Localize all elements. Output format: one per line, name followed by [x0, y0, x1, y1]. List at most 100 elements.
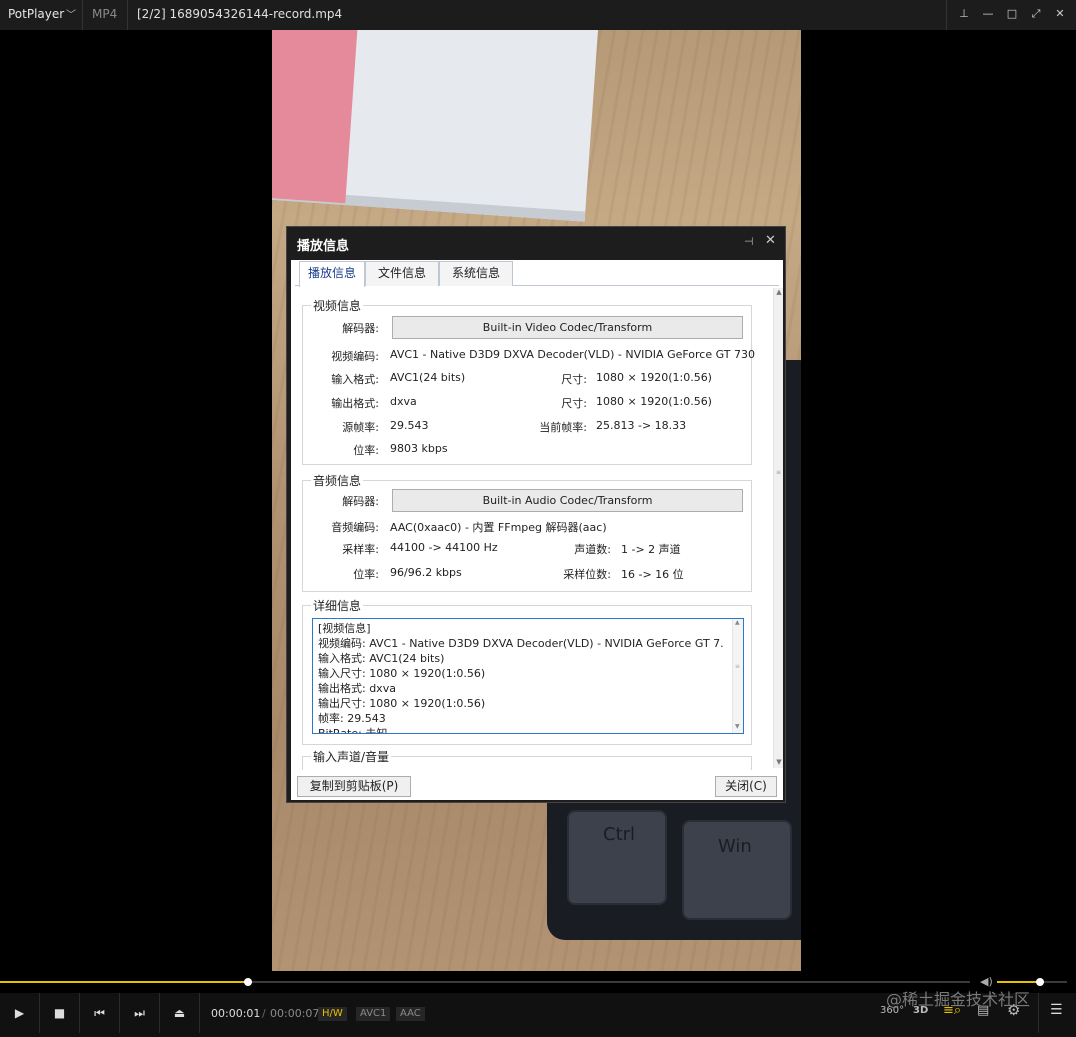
- fullscreen-icon[interactable]: ⤢: [1028, 6, 1044, 22]
- current-time: 00:00:01: [211, 1007, 261, 1020]
- input-volume-group: 输入声道/音量: [302, 748, 752, 770]
- video-decoder-button[interactable]: Built-in Video Codec/Transform: [392, 316, 743, 339]
- codec-value: AAC(0xaac0) - 内置 FFmpeg 解码器(aac): [390, 521, 607, 534]
- output-format-label: 输出格式:: [331, 397, 379, 410]
- divider: [946, 0, 947, 30]
- win-key-image: Win: [682, 820, 792, 920]
- chevron-down-icon[interactable]: ﹀: [66, 6, 76, 21]
- detail-line: 帧率: 29.543: [318, 712, 386, 725]
- detail-line: 输出尺寸: 1080 × 1920(1:0.56): [318, 697, 486, 710]
- pin-icon[interactable]: ⊣: [744, 235, 754, 248]
- scroll-up-icon[interactable]: ▲: [735, 619, 740, 626]
- group-label: 详细信息: [311, 597, 364, 614]
- seek-progress: [0, 981, 248, 983]
- pin-icon[interactable]: ⊥: [956, 6, 972, 22]
- divider: [127, 0, 128, 30]
- eject-icon[interactable]: ⏏: [160, 993, 200, 1033]
- output-size-label: 尺寸:: [561, 397, 587, 410]
- codec-label: 音频编码:: [331, 521, 379, 534]
- title-bar: PotPlayer ﹀ MP4 [2/2] 1689054326144-reco…: [0, 0, 1076, 30]
- maximize-icon[interactable]: □: [1004, 6, 1020, 22]
- detail-line: 视频编码: AVC1 - Native D3D9 DXVA Decoder(VL…: [318, 637, 724, 650]
- bitrate-value: 96/96.2 kbps: [390, 566, 462, 579]
- detail-line: 输出格式: dxva: [318, 682, 396, 695]
- format-label: MP4: [92, 7, 118, 21]
- scroll-grip[interactable]: ≡: [776, 470, 782, 476]
- playback-info-dialog: 播放信息 ⊣ ✕ 播放信息 文件信息 系统信息 ▲ ≡ ▼ 视频信息 解码器: …: [286, 226, 786, 803]
- time-separator: /: [262, 1007, 266, 1020]
- detail-info-group: 详细信息 [视频信息] 视频编码: AVC1 - Native D3D9 DXV…: [302, 597, 752, 745]
- dialog-title: 播放信息: [297, 239, 350, 254]
- input-format-label: 输入格式:: [331, 373, 379, 386]
- scroll-down-icon[interactable]: ▼: [735, 723, 740, 730]
- audio-codec-badge[interactable]: AAC: [396, 1007, 425, 1021]
- close-icon[interactable]: ✕: [1052, 6, 1068, 22]
- minimize-icon[interactable]: —: [980, 6, 996, 22]
- previous-icon[interactable]: ⏮: [80, 993, 120, 1033]
- scroll-grip[interactable]: ≡: [735, 664, 740, 670]
- menu-icon[interactable]: ☰: [1050, 1002, 1063, 1018]
- detail-line: [视频信息]: [318, 622, 371, 635]
- bitrate-value: 9803 kbps: [390, 442, 448, 455]
- source-fps-label: 源帧率:: [342, 421, 379, 434]
- video-info-group: 视频信息 解码器: Built-in Video Codec/Transform…: [302, 297, 755, 465]
- current-fps-label: 当前帧率:: [539, 421, 587, 434]
- group-label: 输入声道/音量: [311, 748, 392, 765]
- file-title: [2/2] 1689054326144-record.mp4: [137, 7, 343, 21]
- sample-rate-value: 44100 -> 44100 Hz: [390, 541, 498, 554]
- scrollbar[interactable]: ▲ ≡ ▼: [773, 288, 783, 768]
- tab-system-info[interactable]: 系统信息: [439, 261, 513, 286]
- decoder-label: 解码器:: [342, 322, 379, 335]
- tab-file-info[interactable]: 文件信息: [365, 261, 439, 286]
- close-icon[interactable]: ✕: [765, 233, 776, 248]
- group-label: 视频信息: [311, 297, 364, 314]
- watermark: @稀土掘金技术社区: [886, 990, 1031, 1009]
- volume-handle[interactable]: [1036, 978, 1044, 986]
- dialog-body: 播放信息 文件信息 系统信息 ▲ ≡ ▼ 视频信息 解码器: Built-in …: [291, 260, 783, 800]
- audio-info-group: 音频信息 解码器: Built-in Audio Codec/Transform…: [302, 472, 752, 592]
- ctrl-key-image: Ctrl: [567, 810, 667, 905]
- decoder-label: 解码器:: [342, 495, 379, 508]
- scroll-down-icon[interactable]: ▼: [775, 758, 783, 766]
- copy-to-clipboard-button[interactable]: 复制到剪贴板(P): [297, 776, 411, 797]
- sample-rate-label: 采样率:: [342, 543, 379, 556]
- divider: [1038, 993, 1039, 1033]
- codec-value: AVC1 - Native D3D9 DXVA Decoder(VLD) - N…: [390, 348, 755, 361]
- tab-playback-info[interactable]: 播放信息: [299, 261, 365, 287]
- volume-level: [997, 981, 1040, 983]
- detail-line: BitRate: 未知: [318, 727, 388, 734]
- scroll-up-icon[interactable]: ▲: [775, 288, 783, 296]
- bitrate-label: 位率:: [353, 444, 379, 457]
- audio-decoder-button[interactable]: Built-in Audio Codec/Transform: [392, 489, 743, 512]
- detail-scrollbar[interactable]: ▲ ≡ ▼: [732, 619, 743, 733]
- close-button[interactable]: 关闭(C): [715, 776, 777, 797]
- detail-line: 输入格式: AVC1(24 bits): [318, 652, 445, 665]
- divider: [82, 0, 83, 30]
- output-format-value: dxva: [390, 395, 417, 408]
- source-fps-value: 29.543: [390, 419, 429, 432]
- total-time: 00:00:07: [270, 1007, 320, 1020]
- detail-textbox[interactable]: [视频信息] 视频编码: AVC1 - Native D3D9 DXVA Dec…: [312, 618, 744, 734]
- app-menu-button[interactable]: PotPlayer: [8, 7, 64, 21]
- current-fps-value: 25.813 -> 18.33: [596, 419, 687, 432]
- channels-value: 1 -> 2 声道: [621, 543, 681, 556]
- seek-handle[interactable]: [244, 978, 252, 986]
- play-icon[interactable]: ▶: [0, 993, 40, 1033]
- input-size-label: 尺寸:: [561, 373, 587, 386]
- hw-badge[interactable]: H/W: [318, 1007, 347, 1021]
- next-icon[interactable]: ⏭: [120, 993, 160, 1033]
- group-label: 音频信息: [311, 472, 364, 489]
- tab-bar: 播放信息 文件信息 系统信息: [295, 260, 779, 287]
- bit-depth-value: 16 -> 16 位: [621, 568, 684, 581]
- channels-label: 声道数:: [574, 543, 611, 556]
- bitrate-label: 位率:: [353, 568, 379, 581]
- video-codec-badge[interactable]: AVC1: [356, 1007, 391, 1021]
- stop-icon[interactable]: ■: [40, 993, 80, 1033]
- codec-label: 视频编码:: [331, 350, 379, 363]
- input-size-value: 1080 × 1920(1:0.56): [596, 371, 712, 384]
- bit-depth-label: 采样位数:: [563, 568, 611, 581]
- output-size-value: 1080 × 1920(1:0.56): [596, 395, 712, 408]
- book-cover-image: [272, 30, 359, 204]
- detail-line: 输入尺寸: 1080 × 1920(1:0.56): [318, 667, 486, 680]
- input-format-value: AVC1(24 bits): [390, 371, 466, 384]
